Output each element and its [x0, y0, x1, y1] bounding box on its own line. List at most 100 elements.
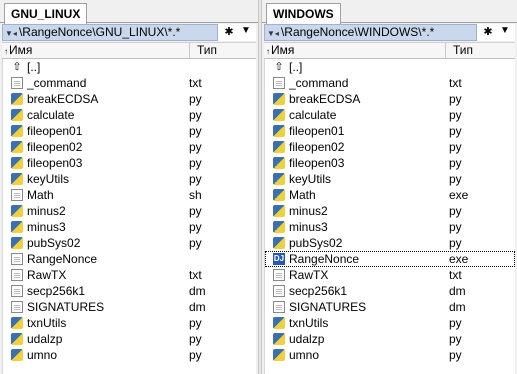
file-name: [..]	[289, 60, 303, 74]
python-file-icon	[11, 93, 23, 105]
file-type: py	[189, 156, 202, 170]
file-row[interactable]: ⇧ [..]	[265, 59, 515, 75]
text-file-icon	[11, 77, 23, 89]
file-name: fileopen02	[27, 140, 83, 154]
file-row[interactable]: calculate py	[3, 107, 256, 123]
right-header-name[interactable]: ↑Имя	[264, 43, 446, 58]
file-type: py	[189, 348, 202, 362]
file-name: breakECDSA	[27, 92, 99, 106]
file-type: py	[449, 92, 462, 106]
file-row[interactable]: _command txt	[3, 75, 256, 91]
python-file-icon	[273, 349, 285, 361]
file-row[interactable]: fileopen03 py	[3, 155, 256, 171]
file-row[interactable]: fileopen01 py	[3, 123, 256, 139]
right-header-type[interactable]: Тип	[453, 43, 473, 58]
file-row[interactable]: RawTX txt	[265, 267, 515, 283]
file-type: py	[449, 156, 462, 170]
file-row[interactable]: minus2 py	[265, 203, 515, 219]
file-row[interactable]: keyUtils py	[265, 171, 515, 187]
file-type: py	[449, 348, 462, 362]
file-row[interactable]: breakECDSA py	[3, 91, 256, 107]
left-tab-strip: GNU_LINUX	[0, 0, 258, 24]
file-row[interactable]: Math exe	[265, 187, 515, 203]
file-name: minus3	[27, 220, 66, 234]
left-path-text: \RangeNonce\GNU_LINUX\*.*	[18, 25, 181, 39]
python-file-icon	[11, 333, 23, 345]
file-row[interactable]: fileopen03 py	[265, 155, 515, 171]
file-row[interactable]: fileopen02 py	[265, 139, 515, 155]
right-tab-strip: WINDOWS	[262, 0, 517, 24]
file-name: secp256k1	[289, 284, 348, 298]
file-name: _command	[27, 76, 87, 90]
file-row[interactable]: txnUtils py	[265, 315, 515, 331]
file-row[interactable]: RangeNonce	[3, 251, 256, 267]
left-header-name-label: Имя	[9, 43, 33, 57]
python-file-icon	[11, 221, 23, 233]
file-type: py	[189, 108, 202, 122]
file-type: py	[189, 332, 202, 346]
text-file-icon	[273, 77, 285, 89]
file-type: py	[449, 316, 462, 330]
file-row[interactable]: breakECDSA py	[265, 91, 515, 107]
file-type: exe	[449, 188, 469, 202]
file-row[interactable]: keyUtils py	[3, 171, 256, 187]
text-file-icon	[11, 189, 23, 201]
python-file-icon	[273, 317, 285, 329]
tab-gnu-linux[interactable]: GNU_LINUX	[4, 3, 88, 24]
left-filter-star-icon[interactable]: ✱	[221, 25, 237, 38]
file-row[interactable]: fileopen01 py	[265, 123, 515, 139]
file-name: fileopen02	[289, 140, 345, 154]
right-filter-star-icon[interactable]: ✱	[480, 25, 496, 38]
file-name: breakECDSA	[289, 92, 361, 106]
file-name: pubSys02	[27, 236, 81, 250]
file-type: py	[449, 220, 462, 234]
up-folder-icon: ⇧	[274, 61, 284, 73]
file-row[interactable]: pubSys02 py	[3, 235, 256, 251]
left-header-type[interactable]: Тип	[197, 43, 217, 58]
file-row[interactable]: Math sh	[3, 187, 256, 203]
file-type: py	[449, 236, 462, 250]
file-type: py	[449, 204, 462, 218]
file-row[interactable]: calculate py	[265, 107, 515, 123]
python-file-icon	[11, 205, 23, 217]
python-file-icon	[273, 205, 285, 217]
left-path-field[interactable]: ▼◂ \RangeNonce\GNU_LINUX\*.*	[2, 24, 218, 41]
right-path-bar: ▼◂ \RangeNonce\WINDOWS\*.* ✱ ▼	[264, 24, 515, 41]
file-row[interactable]: DJ RangeNonce exe	[265, 251, 515, 267]
python-file-icon	[273, 125, 285, 137]
file-row[interactable]: umno py	[265, 347, 515, 363]
file-name: _command	[289, 76, 349, 90]
file-row[interactable]: _command txt	[265, 75, 515, 91]
file-row[interactable]: fileopen02 py	[3, 139, 256, 155]
file-row[interactable]: pubSys02 py	[265, 235, 515, 251]
file-row[interactable]: minus3 py	[3, 219, 256, 235]
file-row[interactable]: txnUtils py	[3, 315, 256, 331]
file-type: py	[189, 316, 202, 330]
text-file-icon	[11, 301, 23, 313]
file-row[interactable]: udalzp py	[265, 331, 515, 347]
left-history-dropdown-icon[interactable]: ▼	[238, 25, 254, 36]
file-type: py	[189, 140, 202, 154]
file-row[interactable]: umno py	[3, 347, 256, 363]
right-path-field[interactable]: ▼◂ \RangeNonce\WINDOWS\*.*	[264, 24, 477, 41]
file-row[interactable]: minus3 py	[265, 219, 515, 235]
file-type: py	[449, 108, 462, 122]
file-row[interactable]: RawTX txt	[3, 267, 256, 283]
file-row[interactable]: SIGNATURES dm	[3, 299, 256, 315]
python-file-icon	[273, 109, 285, 121]
file-row[interactable]: udalzp py	[3, 331, 256, 347]
left-header-name[interactable]: ↑Имя	[2, 43, 190, 58]
right-history-dropdown-icon[interactable]: ▼	[497, 25, 513, 36]
tab-windows[interactable]: WINDOWS	[266, 3, 341, 24]
file-name: Math	[289, 188, 316, 202]
file-name: pubSys02	[289, 236, 343, 250]
file-row[interactable]: ⇧ [..]	[3, 59, 256, 75]
right-file-panel: WINDOWS ▼◂ \RangeNonce\WINDOWS\*.* ✱ ▼ ↑И…	[262, 0, 517, 374]
file-row[interactable]: secp256k1 dm	[265, 283, 515, 299]
file-row[interactable]: secp256k1 dm	[3, 283, 256, 299]
file-name: calculate	[27, 108, 75, 122]
file-row[interactable]: minus2 py	[3, 203, 256, 219]
file-type: exe	[449, 252, 469, 266]
exe-file-icon: DJ	[273, 253, 285, 265]
file-row[interactable]: SIGNATURES dm	[265, 299, 515, 315]
